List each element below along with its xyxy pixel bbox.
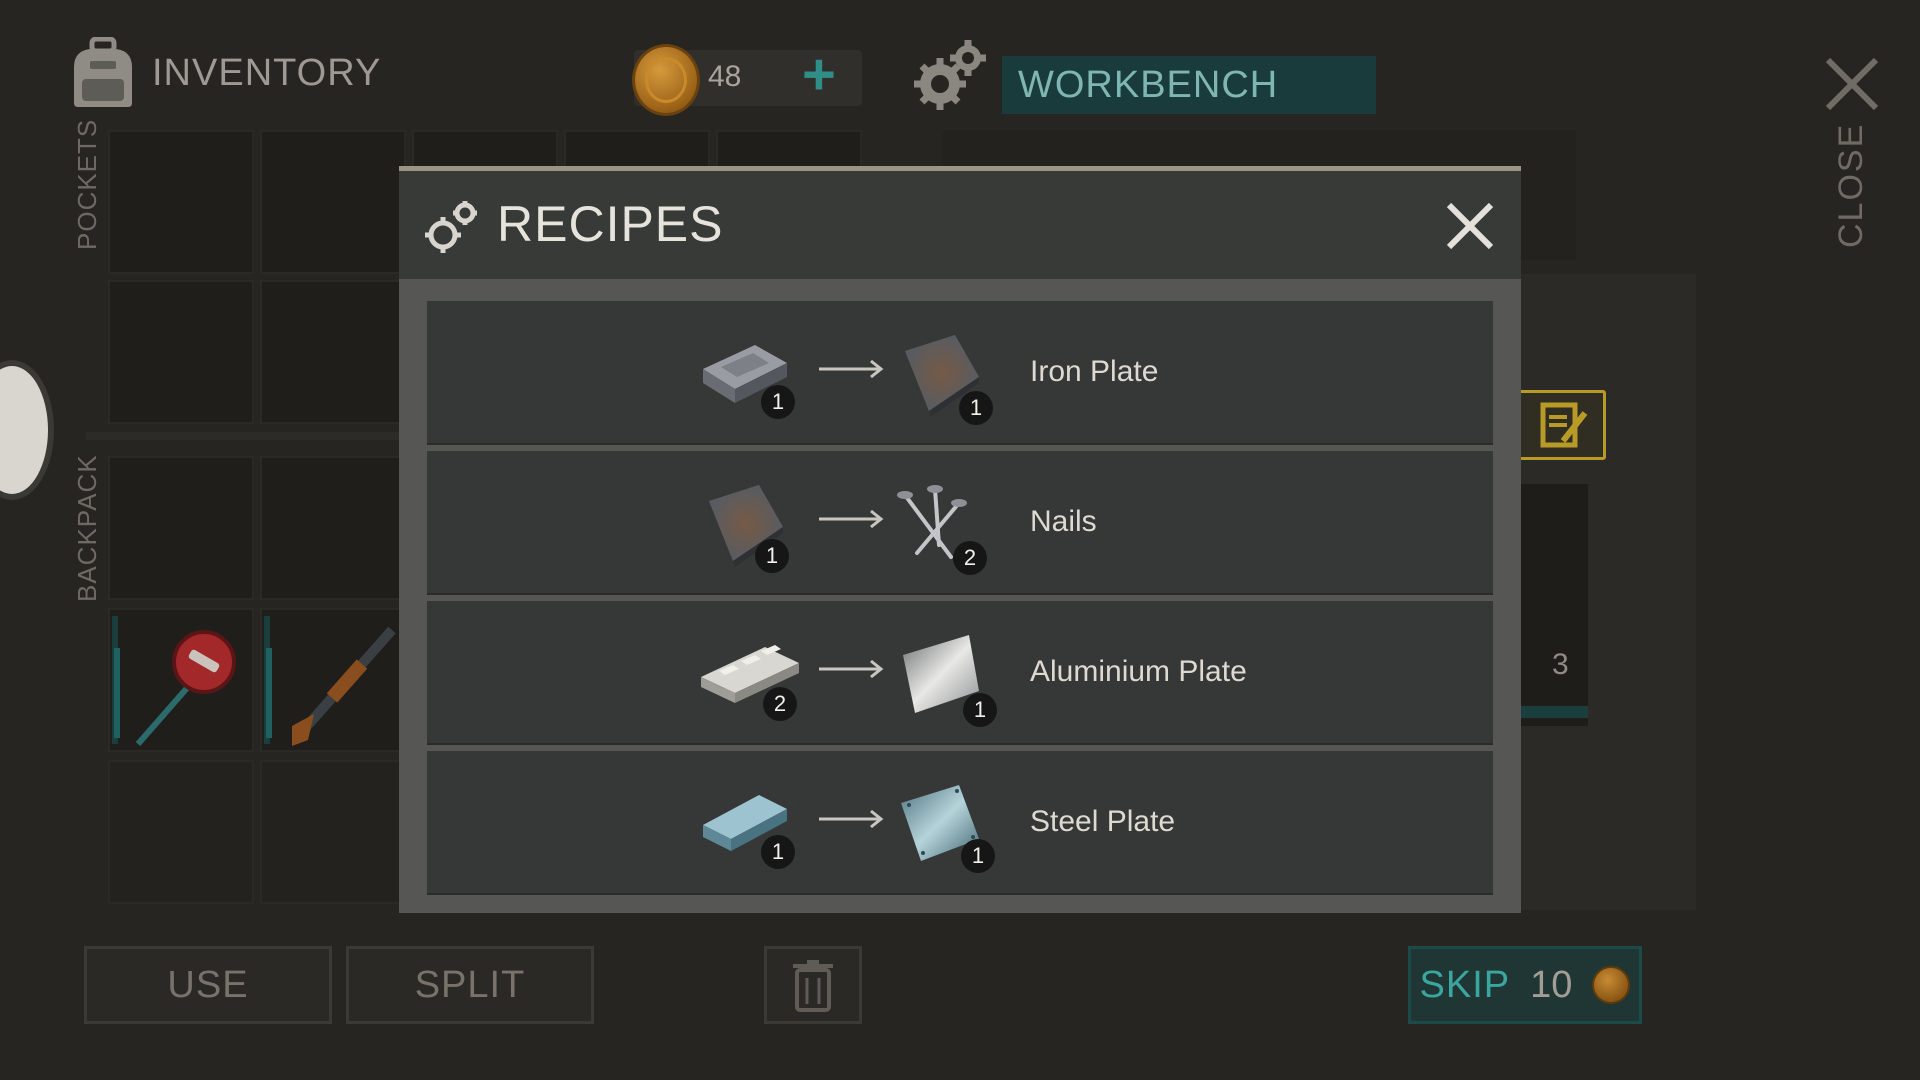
workbench-title: WORKBENCH: [1018, 64, 1279, 106]
output-qty: 1: [959, 391, 993, 425]
inventory-header: INVENTORY: [68, 37, 382, 108]
recipe-list: 1 1 Iron Plate 1 2 Nails 2 1 Aluminium P…: [427, 301, 1493, 901]
arrow-right-icon: [819, 359, 884, 379]
coin-icon: [632, 44, 700, 116]
arrow-right-icon: [819, 809, 884, 829]
recipe-input: 1: [699, 331, 799, 421]
shotgun-icon: [292, 626, 396, 746]
progress-bar: [1520, 706, 1588, 718]
backpack-label: BACKPACK: [72, 454, 102, 602]
workbench-item-slot[interactable]: [1520, 484, 1588, 726]
pocket-slot[interactable]: [108, 280, 254, 424]
arrow-right-icon: [819, 659, 884, 679]
input-qty: 1: [761, 835, 795, 869]
backpack-slot-shotgun[interactable]: [260, 608, 406, 752]
recipe-input: 1: [699, 481, 799, 573]
arrow-right-icon: [819, 509, 884, 529]
use-button[interactable]: USE: [84, 946, 332, 1024]
pocket-slot[interactable]: [412, 130, 558, 170]
recipe-output: 1: [895, 781, 995, 873]
pockets-label: POCKETS: [72, 118, 102, 250]
gears-icon: [425, 201, 477, 253]
section-divider: [86, 432, 404, 440]
recipe-input: 1: [699, 781, 799, 871]
skip-label: SKIP: [1419, 963, 1511, 1006]
recipe-output: 1: [895, 331, 995, 425]
inventory-title: INVENTORY: [152, 51, 382, 94]
backpack-slot[interactable]: [108, 760, 254, 904]
close-icon[interactable]: [1443, 199, 1497, 253]
durability-bar: [264, 616, 272, 744]
backpack-icon: [74, 37, 132, 107]
stop-sign-icon: [135, 630, 236, 746]
close-icon[interactable]: [1822, 54, 1882, 114]
pocket-slot[interactable]: [564, 130, 710, 170]
pocket-slot[interactable]: [260, 280, 406, 424]
pocket-slot[interactable]: [716, 130, 862, 170]
coin-count: 48: [708, 60, 742, 93]
backpack-slot-stop-sign[interactable]: [108, 608, 254, 752]
recipe-output: 1: [895, 631, 997, 727]
output-qty: 1: [961, 839, 995, 873]
backpack-slot[interactable]: [260, 760, 406, 904]
close-text: CLOSE: [1832, 122, 1870, 248]
recipe-name: Steel Plate: [1030, 805, 1176, 838]
recipe-name: Iron Plate: [1030, 355, 1159, 388]
delete-button[interactable]: [764, 946, 862, 1024]
trash-icon: [793, 960, 833, 1012]
close-label[interactable]: CLOSE: [1820, 123, 1880, 260]
skip-cost: 10: [1530, 963, 1573, 1006]
durability-bar: [112, 616, 120, 744]
gears-icon: [914, 40, 986, 110]
input-qty: 2: [763, 687, 797, 721]
recipe-input: 2: [699, 631, 799, 721]
pocket-slot[interactable]: [260, 130, 406, 274]
backpack-slot[interactable]: [260, 456, 406, 600]
recipe-output: 2: [895, 481, 995, 575]
recipes-modal: RECIPES 1 1 Iron Plate 1 2 Nails 2 1 Alu…: [399, 166, 1521, 913]
input-qty: 1: [755, 539, 789, 573]
recipe-name: Aluminium Plate: [1030, 655, 1247, 688]
item-count: 3: [1552, 648, 1569, 681]
output-qty: 2: [953, 541, 987, 575]
add-coins-button[interactable]: +: [802, 46, 836, 104]
modal-title: RECIPES: [497, 196, 724, 252]
output-qty: 1: [963, 693, 997, 727]
input-qty: 1: [761, 385, 795, 419]
backpack-slot[interactable]: [108, 456, 254, 600]
avatar[interactable]: [0, 360, 54, 500]
notepad-icon: [1540, 402, 1588, 448]
recipe-row-steel-plate[interactable]: 1 1 Steel Plate: [427, 751, 1493, 895]
recipe-row-iron-plate[interactable]: 1 1 Iron Plate: [427, 301, 1493, 445]
pocket-slot[interactable]: [108, 130, 254, 274]
modal-header: RECIPES: [399, 171, 1521, 279]
recipe-row-aluminium-plate[interactable]: 2 1 Aluminium Plate: [427, 601, 1493, 745]
notes-button[interactable]: [1518, 390, 1606, 460]
coin-icon: [1592, 966, 1631, 1004]
split-button[interactable]: SPLIT: [346, 946, 594, 1024]
recipe-row-nails[interactable]: 1 2 Nails: [427, 451, 1493, 595]
skip-button[interactable]: SKIP 10: [1408, 946, 1642, 1024]
recipe-name: Nails: [1030, 505, 1097, 538]
